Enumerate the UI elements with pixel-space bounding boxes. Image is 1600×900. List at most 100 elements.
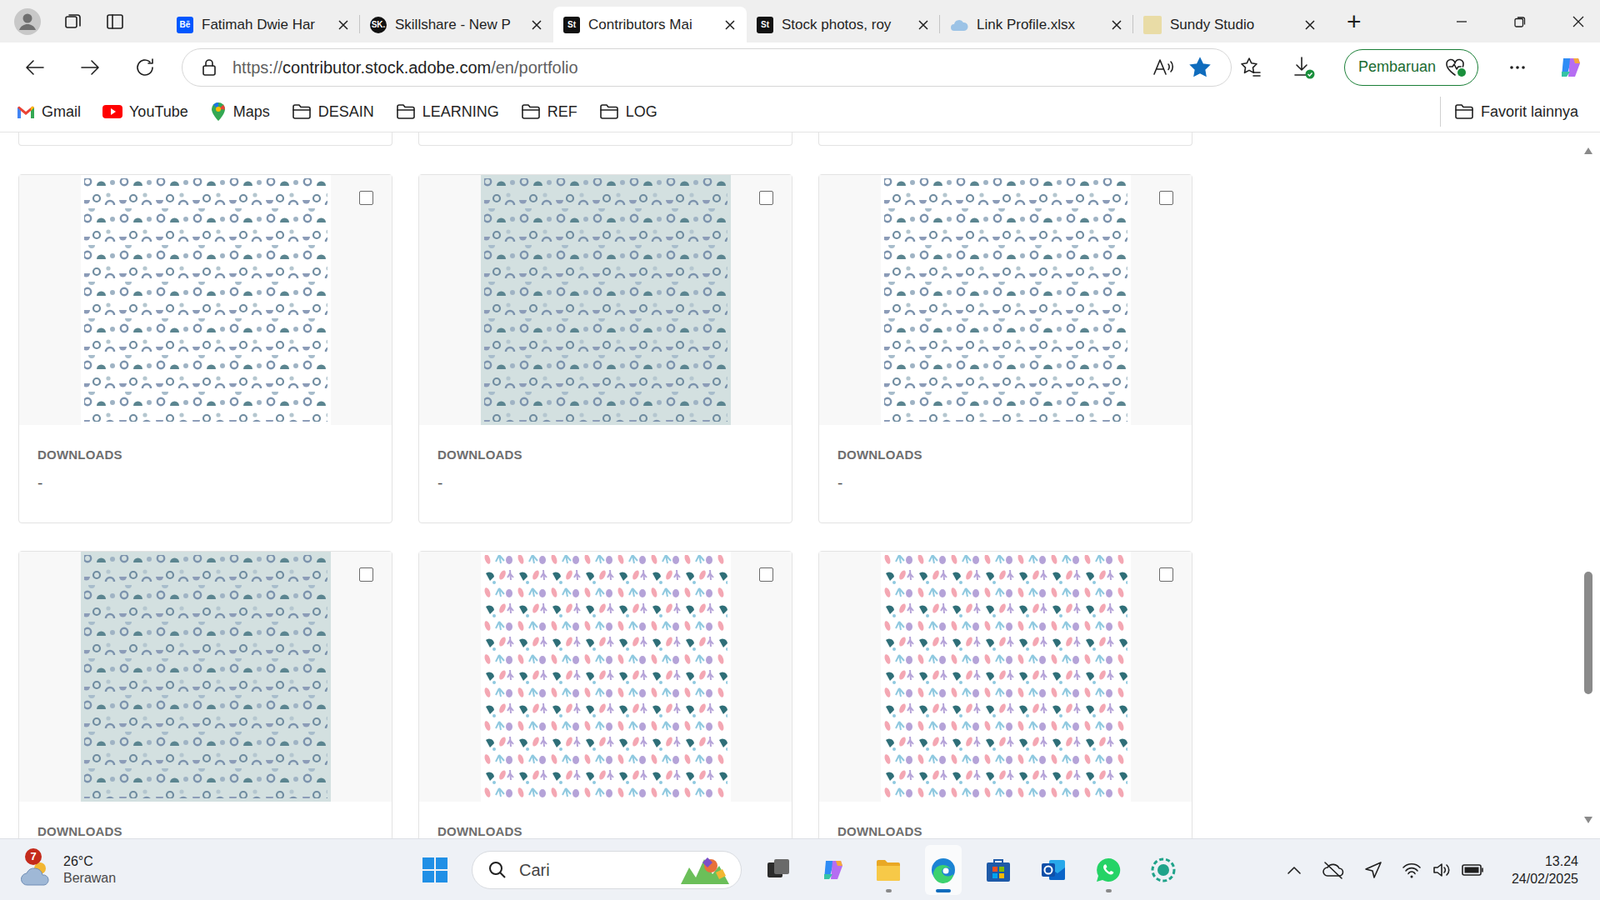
profile-icon[interactable] xyxy=(13,7,42,36)
thumbnail-area[interactable] xyxy=(819,551,1192,802)
taskbar-app[interactable] xyxy=(980,845,1017,895)
forward-icon[interactable] xyxy=(76,54,104,81)
thumbnail-area[interactable] xyxy=(19,551,392,802)
show-hidden-icons-icon[interactable] xyxy=(1285,860,1304,880)
explorer-icon[interactable] xyxy=(874,855,903,885)
lock-icon[interactable] xyxy=(200,58,218,77)
asset-card[interactable]: DOWNLOADS xyxy=(418,550,793,839)
browser-tab[interactable]: StStock photos, roy xyxy=(746,6,940,43)
asset-card[interactable] xyxy=(18,132,393,146)
weather-widget[interactable]: 726°CBerawan xyxy=(20,845,116,895)
select-checkbox[interactable] xyxy=(1159,190,1174,205)
tab-actions-icon[interactable] xyxy=(105,11,125,32)
scroll-thumb[interactable] xyxy=(1584,571,1593,694)
taskbar-app[interactable] xyxy=(870,845,907,895)
location-icon[interactable] xyxy=(1363,860,1384,880)
restore-icon[interactable] xyxy=(1510,11,1530,32)
close-tab-icon[interactable] xyxy=(530,18,544,32)
asset-card[interactable] xyxy=(818,132,1193,146)
search-placeholder[interactable]: Cari xyxy=(519,857,666,883)
outlook-icon[interactable] xyxy=(1039,855,1068,885)
select-checkbox[interactable] xyxy=(759,567,774,582)
copilot-icon[interactable] xyxy=(1556,53,1585,82)
refresh-icon[interactable] xyxy=(131,54,159,81)
select-checkbox[interactable] xyxy=(1159,567,1174,582)
browser-tab[interactable]: SK.Skillshare - New P xyxy=(360,6,554,43)
thumbnail-area[interactable] xyxy=(419,175,792,425)
thumbnail-area[interactable] xyxy=(819,175,1192,425)
taskbar-search[interactable]: Cari xyxy=(471,850,742,890)
select-checkbox[interactable] xyxy=(359,190,374,205)
minimize-icon[interactable] xyxy=(1451,11,1472,32)
other-favorites[interactable]: Favorit lainnya xyxy=(1440,96,1584,127)
thumbnail-area[interactable] xyxy=(19,175,392,425)
select-checkbox[interactable] xyxy=(759,190,774,205)
recorder-icon[interactable] xyxy=(1149,855,1178,885)
taskbar-app[interactable] xyxy=(1035,845,1072,895)
scroll-up-icon[interactable] xyxy=(1582,145,1595,156)
downloads-icon[interactable] xyxy=(1290,55,1316,80)
asset-card[interactable]: DOWNLOADS xyxy=(18,550,393,839)
bookmark[interactable]: Maps xyxy=(205,96,275,127)
bookmark[interactable]: Gmail xyxy=(11,96,86,127)
pattern-thumbnail[interactable] xyxy=(880,175,1131,425)
quick-settings[interactable] xyxy=(1401,861,1485,879)
taskbar-app[interactable] xyxy=(760,845,797,895)
store-icon[interactable] xyxy=(984,855,1013,885)
asset-card[interactable]: DOWNLOADS xyxy=(818,550,1193,839)
whatsapp-icon[interactable] xyxy=(1094,855,1123,885)
bookmark[interactable]: YouTube xyxy=(97,96,194,127)
browser-tab[interactable]: StContributors Mai xyxy=(553,6,747,43)
read-aloud-icon[interactable] xyxy=(1152,57,1175,78)
bookmark[interactable]: LEARNING xyxy=(390,96,505,127)
onedrive-offline-icon[interactable] xyxy=(1321,860,1345,880)
taskbar-app[interactable] xyxy=(1090,845,1127,895)
asset-card[interactable]: DOWNLOADS- xyxy=(818,174,1193,524)
battery-icon[interactable] xyxy=(1461,863,1485,877)
browser-tab[interactable]: Sundy Studio xyxy=(1133,6,1327,43)
select-checkbox[interactable] xyxy=(359,567,374,582)
address-bar[interactable]: https://contributor.stock.adobe.com/en/p… xyxy=(181,48,1232,87)
volume-icon[interactable] xyxy=(1431,861,1452,879)
thumbnail-area[interactable] xyxy=(419,551,792,802)
asset-card[interactable] xyxy=(418,132,793,146)
pattern-thumbnail[interactable] xyxy=(80,175,331,425)
wifi-icon[interactable] xyxy=(1401,861,1422,879)
pattern-thumbnail[interactable] xyxy=(880,551,1131,802)
scroll-track[interactable] xyxy=(1584,160,1593,810)
start-icon[interactable] xyxy=(416,851,454,889)
bookmark[interactable]: DESAIN xyxy=(286,96,380,127)
taskbar-app[interactable] xyxy=(815,845,852,895)
browser-tab[interactable]: BēFatimah Dwie Har xyxy=(166,6,360,43)
browser-tab[interactable]: Link Profile.xlsx xyxy=(940,6,1134,43)
asset-card[interactable]: DOWNLOADS- xyxy=(418,174,793,524)
scroll-down-icon[interactable] xyxy=(1582,815,1595,825)
bookmark[interactable]: LOG xyxy=(594,96,663,127)
more-icon[interactable] xyxy=(1506,56,1529,79)
pattern-thumbnail[interactable] xyxy=(480,175,731,425)
close-tab-icon[interactable] xyxy=(1110,18,1124,32)
clock[interactable]: 13.2424/02/2025 xyxy=(1503,852,1579,888)
url[interactable]: https://contributor.stock.adobe.com/en/p… xyxy=(232,55,1138,80)
taskview-icon[interactable] xyxy=(764,855,793,885)
pattern-thumbnail[interactable] xyxy=(80,551,331,802)
edge-icon[interactable] xyxy=(929,855,958,885)
close-tab-icon[interactable] xyxy=(336,18,350,32)
workspaces-icon[interactable] xyxy=(63,11,84,32)
pattern-thumbnail[interactable] xyxy=(480,551,731,802)
close-tab-icon[interactable] xyxy=(916,18,930,32)
close-window-icon[interactable] xyxy=(1568,11,1589,32)
update-button[interactable]: Pembaruan xyxy=(1344,49,1479,86)
close-tab-icon[interactable] xyxy=(1303,18,1317,32)
back-icon[interactable] xyxy=(21,54,49,81)
favorite-star-icon[interactable] xyxy=(1189,56,1211,79)
bookmark[interactable]: REF xyxy=(515,96,583,127)
taskbar-app[interactable] xyxy=(1145,845,1182,895)
asset-card[interactable]: DOWNLOADS- xyxy=(18,174,393,524)
new-tab-button[interactable]: + xyxy=(1338,9,1370,35)
copilot-icon[interactable] xyxy=(819,855,848,885)
taskbar-app[interactable] xyxy=(925,845,962,895)
favorites-icon[interactable] xyxy=(1239,55,1263,80)
scrollbar[interactable] xyxy=(1580,132,1600,839)
close-tab-icon[interactable] xyxy=(723,18,737,32)
